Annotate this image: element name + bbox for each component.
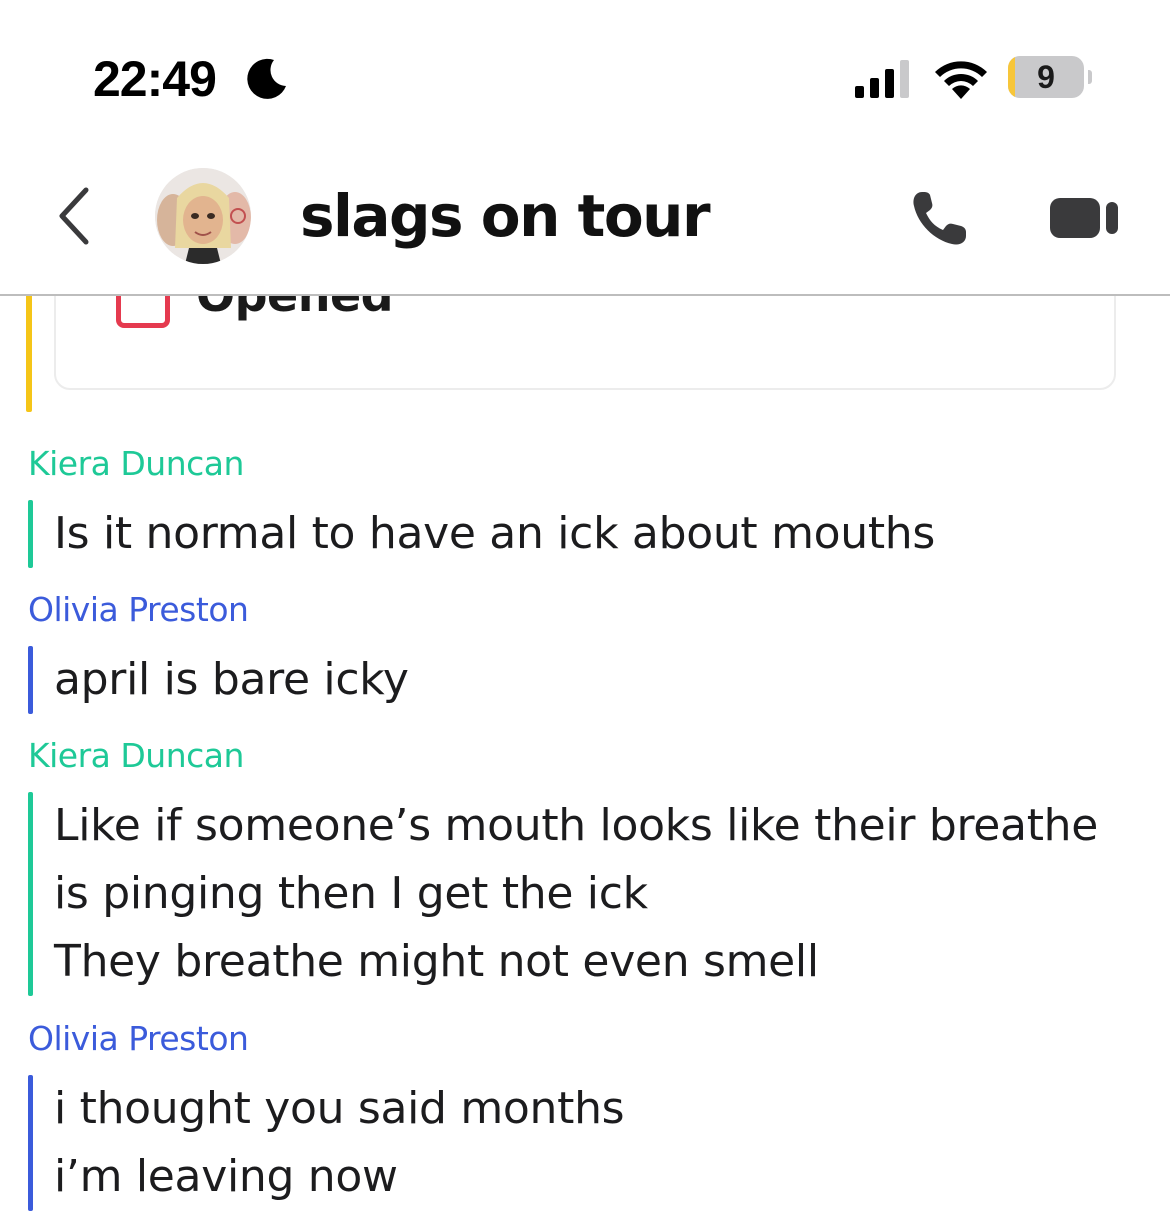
message-body[interactable]: Like if someone’s mouth looks like their… [28, 792, 1148, 996]
message-accent-bar [28, 1075, 33, 1211]
back-icon[interactable] [52, 186, 96, 246]
message-group: Olivia Preston i thought you said months… [28, 1017, 1148, 1211]
opened-status-block: Opened [26, 296, 1118, 412]
message-text: Is it normal to have an ick about mouths [54, 508, 935, 559]
battery-level: 9 [1037, 59, 1055, 95]
message-accent-bar [28, 792, 33, 996]
opened-status-icon [116, 296, 170, 328]
status-bar: 22:49 9 [0, 0, 1170, 150]
message-text: i thought you said months [54, 1083, 625, 1134]
phone-icon[interactable] [908, 186, 974, 250]
message-accent-bar [28, 646, 33, 714]
message-text: is pinging then I get the ick [54, 868, 648, 919]
bitmoji-avatar-icon [155, 168, 251, 264]
message-body[interactable]: Is it normal to have an ick about mouths [28, 500, 1148, 568]
sender-name: Olivia Preston [28, 1019, 249, 1058]
message-group: Kiera Duncan Is it normal to have an ick… [28, 442, 1148, 568]
battery-icon: 9 [1008, 56, 1092, 100]
moon-icon [247, 58, 286, 99]
wifi-icon [935, 61, 987, 99]
message-group: Kiera Duncan Like if someone’s mouth loo… [28, 734, 1148, 996]
opened-accent-bar [26, 296, 32, 412]
chat-messages[interactable]: Opened Kiera Duncan Is it normal to have… [0, 296, 1170, 1228]
group-avatar[interactable] [155, 168, 251, 264]
message-accent-bar [28, 500, 33, 568]
message-group: Olivia Preston april is bare icky [28, 588, 1148, 714]
message-text: They breathe might not even smell [54, 936, 819, 987]
chat-title[interactable]: slags on tour [300, 182, 711, 250]
sender-name: Kiera Duncan [28, 444, 244, 483]
message-text: april is bare icky [54, 654, 409, 705]
sender-name: Kiera Duncan [28, 736, 244, 775]
message-body[interactable]: i thought you said months i’m leaving no… [28, 1075, 1148, 1211]
signal-icon [855, 60, 909, 98]
message-text: Like if someone’s mouth looks like their… [54, 800, 1099, 851]
opened-card[interactable]: Opened [54, 296, 1116, 390]
sender-name: Olivia Preston [28, 590, 249, 629]
message-text: i’m leaving now [54, 1151, 398, 1202]
chat-header: slags on tour [0, 150, 1170, 296]
opened-label: Opened [196, 296, 394, 322]
video-icon[interactable] [1050, 194, 1122, 242]
status-time: 22:49 [93, 51, 217, 107]
message-body[interactable]: april is bare icky [28, 646, 1148, 714]
